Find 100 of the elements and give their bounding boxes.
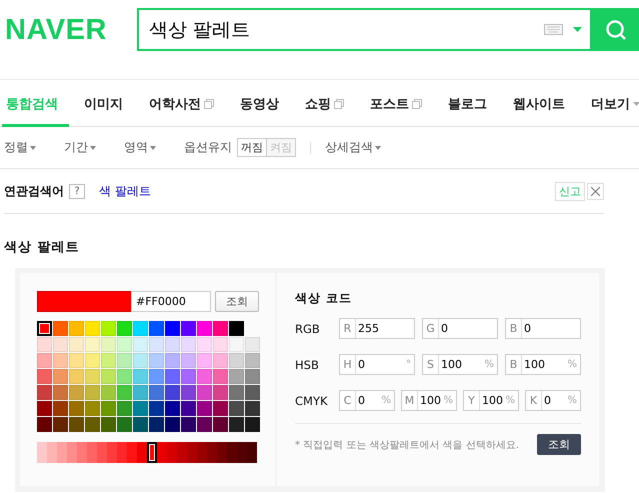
color-swatch[interactable] [101,385,116,400]
color-swatch[interactable] [101,337,116,352]
lookup-button[interactable]: 조회 [215,291,259,312]
search-tab[interactable]: 동영상 [236,80,290,127]
color-swatch[interactable] [37,401,52,416]
value-field[interactable]: C 0 % [339,390,395,411]
shade-swatch[interactable] [177,442,187,463]
shade-swatch[interactable] [87,442,97,463]
color-swatch[interactable] [117,417,132,432]
color-swatch[interactable] [181,353,196,368]
shade-swatch[interactable] [157,442,167,463]
search-tab[interactable]: 더보기 [587,80,639,127]
color-swatch[interactable] [245,353,260,368]
color-swatch[interactable] [53,369,68,384]
search-field[interactable]: 색상 팔레트 [137,8,592,51]
search-tab[interactable]: 쇼핑 [301,80,355,127]
color-swatch[interactable] [117,369,132,384]
color-swatch[interactable] [149,369,164,384]
color-swatch[interactable] [229,385,244,400]
shade-swatch[interactable] [107,442,117,463]
color-swatch[interactable] [181,321,196,336]
search-tab[interactable]: 어학사전 [145,80,225,127]
color-swatch[interactable] [245,369,260,384]
color-swatch[interactable] [149,417,164,432]
shade-swatch[interactable] [227,442,237,463]
value-field[interactable]: M 100 % [401,390,457,411]
color-swatch[interactable] [213,417,228,432]
color-swatch[interactable] [229,321,244,336]
color-swatch[interactable] [197,353,212,368]
color-swatch[interactable] [133,369,148,384]
color-swatch[interactable] [213,369,228,384]
value-field[interactable]: G 0 [422,318,498,339]
color-swatch[interactable] [133,401,148,416]
color-swatch[interactable] [69,321,84,336]
color-swatch[interactable] [53,417,68,432]
color-swatch[interactable] [197,401,212,416]
shade-swatch[interactable] [97,442,107,463]
keyboard-icon[interactable] [544,24,563,35]
shade-swatch[interactable] [117,442,127,463]
color-swatch[interactable] [53,401,68,416]
color-swatch[interactable] [117,321,132,336]
color-swatch[interactable] [213,337,228,352]
value-field[interactable]: K 0 % [525,390,581,411]
color-swatch[interactable] [53,337,68,352]
shade-swatch[interactable] [57,442,67,463]
color-swatch[interactable] [133,337,148,352]
color-swatch[interactable] [101,321,116,336]
color-swatch[interactable] [181,401,196,416]
color-swatch[interactable] [229,353,244,368]
color-swatch[interactable] [229,401,244,416]
filter-dropdown[interactable]: 기간 [64,139,96,156]
color-swatch[interactable] [197,369,212,384]
color-swatch[interactable] [245,401,260,416]
color-swatch[interactable] [197,321,212,336]
shade-swatch[interactable] [207,442,217,463]
color-swatch[interactable] [133,417,148,432]
color-swatch[interactable] [53,385,68,400]
shade-swatch[interactable] [247,442,257,463]
color-swatch[interactable] [149,321,164,336]
color-swatch[interactable] [85,401,100,416]
color-swatch[interactable] [245,417,260,432]
color-swatch[interactable] [213,401,228,416]
shade-swatch[interactable] [187,442,197,463]
shade-swatch[interactable] [77,442,87,463]
color-swatch[interactable] [37,385,52,400]
shade-swatch[interactable] [217,442,227,463]
color-swatch[interactable] [149,337,164,352]
search-tab[interactable]: 블로그 [444,80,498,127]
color-swatch[interactable] [69,337,84,352]
color-swatch[interactable] [85,353,100,368]
color-swatch[interactable] [181,385,196,400]
value-field[interactable]: Y 100 % [463,390,519,411]
shade-swatch[interactable] [67,442,77,463]
value-field[interactable]: H 0 ° [339,354,415,375]
color-swatch[interactable] [197,385,212,400]
shade-swatch[interactable] [37,442,47,463]
lookup-button[interactable]: 조회 [537,434,581,455]
color-swatch[interactable] [197,337,212,352]
search-button[interactable] [592,8,639,51]
color-swatch[interactable] [85,385,100,400]
search-tab[interactable]: 웹사이트 [509,80,576,127]
color-swatch[interactable] [101,353,116,368]
value-field[interactable]: B 100 % [505,354,581,375]
color-swatch[interactable] [69,385,84,400]
color-swatch[interactable] [165,337,180,352]
color-swatch[interactable] [165,401,180,416]
color-swatch[interactable] [181,369,196,384]
shade-swatch[interactable] [127,442,137,463]
shade-swatch[interactable] [147,442,157,463]
color-swatch[interactable] [37,369,52,384]
color-swatch[interactable] [229,369,244,384]
color-swatch[interactable] [69,417,84,432]
filter-dropdown[interactable]: 상세검색 [325,139,381,156]
color-swatch[interactable] [101,401,116,416]
color-swatch[interactable] [37,353,52,368]
color-swatch[interactable] [181,417,196,432]
color-swatch[interactable] [133,385,148,400]
color-swatch[interactable] [213,321,228,336]
color-swatch[interactable] [165,385,180,400]
search-tab[interactable]: 포스트 [366,80,433,127]
